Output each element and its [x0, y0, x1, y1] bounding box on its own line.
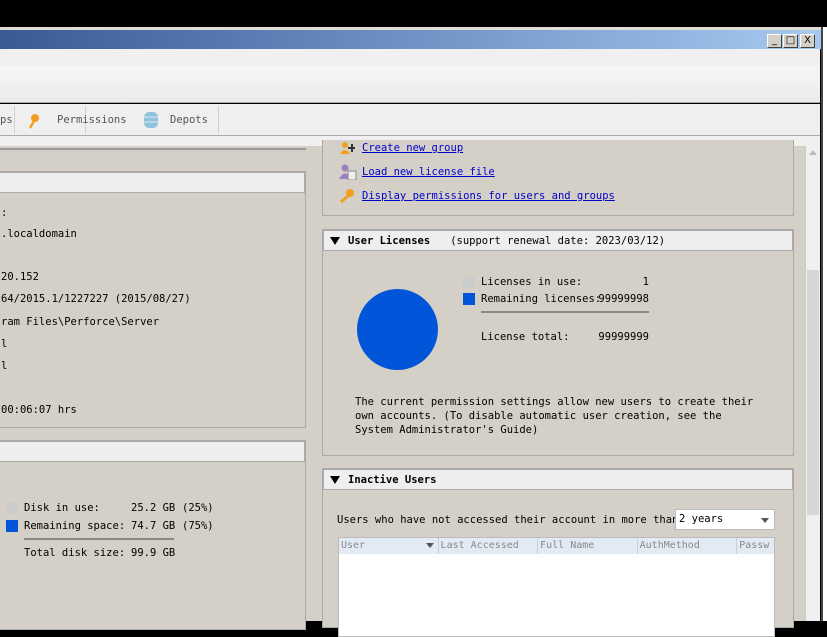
- column-header-password[interactable]: Passw: [737, 538, 774, 554]
- legend-label: Disk in use:: [24, 502, 100, 514]
- collapse-triangle-icon[interactable]: [330, 237, 340, 245]
- column-label: User: [341, 540, 366, 551]
- column-header-auth-method[interactable]: AuthMethod: [638, 538, 738, 554]
- info-line: 20.152: [1, 271, 39, 283]
- server-info-panel: : .localdomain 20.152 64/2015.1/1227227 …: [0, 171, 306, 428]
- disk-panel: Disk in use: 25.2 GB (25%) Remaining spa…: [0, 440, 306, 630]
- chevron-down-icon: [761, 518, 769, 523]
- legend-value: 99999998: [598, 293, 649, 305]
- info-line: l: [1, 360, 8, 372]
- period-select[interactable]: 2 years: [675, 509, 775, 530]
- legend-swatch-remaining: [463, 293, 475, 305]
- legend-label: Remaining space:: [24, 520, 126, 532]
- window-title-bar[interactable]: _ □ X: [0, 27, 821, 49]
- inactive-prompt: Users who have not accessed their accoun…: [337, 514, 685, 526]
- table-header: User Last Accessed Full Name AuthMethod …: [339, 538, 774, 554]
- menu-bar: [0, 49, 820, 66]
- legend-pct: (75%): [182, 520, 214, 532]
- total-label: Total disk size:: [24, 547, 126, 559]
- legend-swatch-used: [6, 502, 18, 514]
- background-window: [821, 27, 827, 621]
- scroll-up-icon[interactable]: [809, 150, 817, 155]
- column-header-user[interactable]: User: [339, 538, 439, 554]
- create-group-link[interactable]: Create new group: [362, 142, 463, 154]
- license-note: The current permission settings allow ne…: [355, 396, 754, 436]
- tab-bar: ps Permissions Depots: [0, 104, 820, 136]
- user-licenses-panel: User Licenses (support renewal date: 2023…: [322, 229, 794, 456]
- legend-label: Licenses in use:: [481, 276, 583, 288]
- divider: [0, 146, 306, 150]
- info-line: ram Files\Perforce\Server: [1, 316, 160, 328]
- panel-header[interactable]: [0, 172, 305, 193]
- legend-swatch-used: [463, 276, 475, 288]
- legend-value: 74.7 GB: [131, 520, 176, 532]
- tab-permissions[interactable]: Permissions: [15, 106, 127, 134]
- minimize-button[interactable]: _: [767, 34, 782, 48]
- panel-header[interactable]: Inactive Users: [323, 469, 793, 490]
- period-value: 2 years: [679, 513, 724, 525]
- info-line: 64/2015.1/1227227 (2015/08/27): [1, 293, 191, 305]
- license-file-icon: [339, 164, 357, 183]
- license-pie-chart: [357, 289, 438, 370]
- total-value: 99999999: [598, 331, 649, 343]
- toolbar: [0, 66, 820, 103]
- info-line: :: [1, 207, 8, 219]
- divider: [24, 538, 174, 540]
- panel-header[interactable]: User Licenses (support renewal date: 2023…: [323, 230, 793, 251]
- vertical-scrollbar[interactable]: [805, 146, 820, 621]
- sort-desc-icon: [425, 543, 434, 548]
- create-group-icon: [339, 141, 356, 158]
- info-line: l: [1, 338, 8, 350]
- collapse-triangle-icon[interactable]: [330, 476, 340, 484]
- panel-header[interactable]: [0, 441, 305, 462]
- info-line: 00:06:07 hrs: [1, 404, 77, 416]
- close-button[interactable]: X: [800, 34, 815, 48]
- tab-groups[interactable]: ps: [0, 106, 15, 134]
- column-header-full-name[interactable]: Full Name: [538, 538, 638, 554]
- maximize-button[interactable]: □: [783, 34, 798, 48]
- legend-value: 1: [642, 276, 649, 288]
- display-permissions-link[interactable]: Display permissions for users and groups: [362, 190, 615, 202]
- load-license-link[interactable]: Load new license file: [362, 166, 495, 178]
- panel-title: Inactive Users: [348, 474, 437, 486]
- legend-pct: (25%): [182, 502, 214, 514]
- tab-label: ps: [0, 114, 13, 126]
- divider: [481, 311, 649, 313]
- legend-swatch-remaining: [6, 520, 18, 532]
- tab-depots[interactable]: Depots: [86, 106, 219, 134]
- tab-label: Depots: [170, 114, 208, 126]
- panel-title: User Licenses: [348, 235, 431, 247]
- scrollbar-thumb[interactable]: [807, 270, 819, 515]
- key-icon: [339, 188, 355, 207]
- total-label: License total:: [481, 331, 570, 343]
- legend-value: 25.2 GB: [131, 502, 176, 514]
- key-icon: [28, 112, 39, 129]
- info-line: .localdomain: [1, 228, 77, 240]
- actions-panel: Create new group Load new license file D…: [322, 140, 794, 216]
- renewal-date: (support renewal date: 2023/03/12): [450, 235, 666, 247]
- column-header-last-accessed[interactable]: Last Accessed: [439, 538, 539, 554]
- inactive-users-table: User Last Accessed Full Name AuthMethod …: [338, 537, 775, 637]
- inactive-users-panel: Inactive Users Users who have not access…: [322, 468, 794, 637]
- total-value: 99.9 GB: [131, 547, 176, 559]
